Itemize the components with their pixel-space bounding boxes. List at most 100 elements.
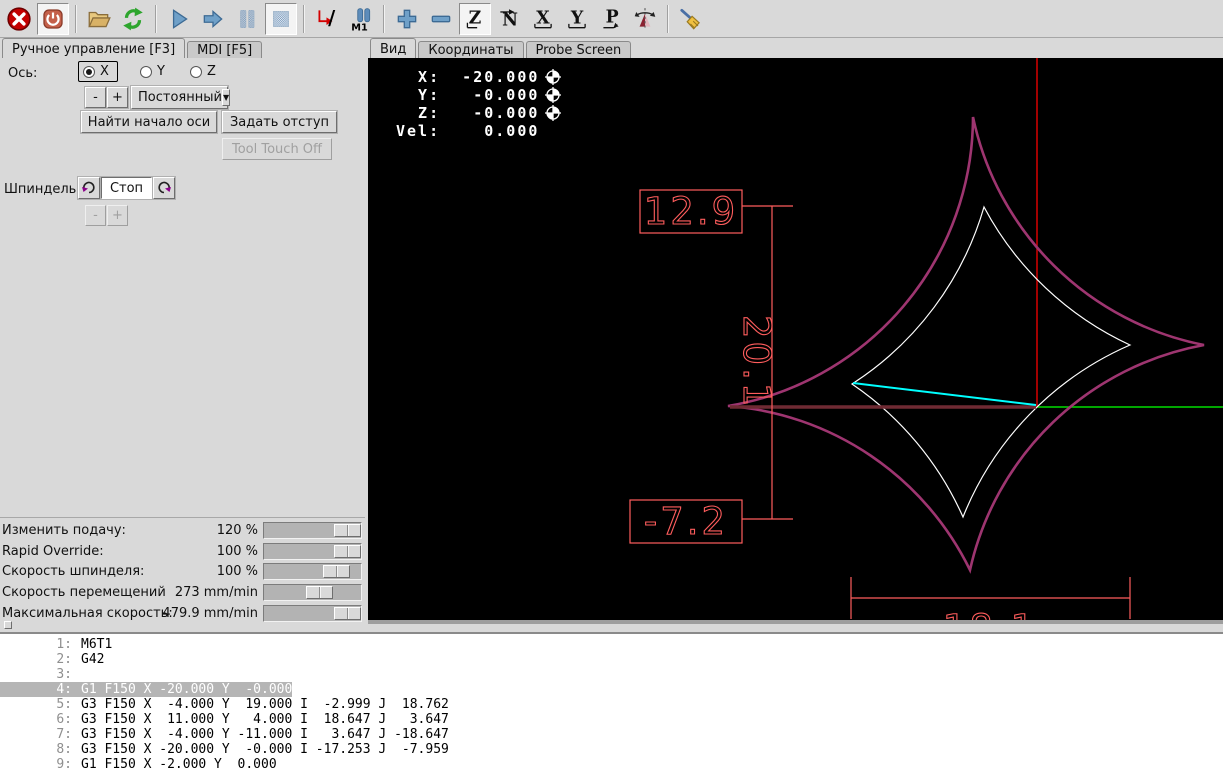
view-y-button[interactable]: Y (561, 3, 593, 35)
axis-radio-x[interactable]: X (78, 61, 118, 82)
feed-override-row: Изменить подачу: 120 % (0, 521, 365, 541)
dro-line: X: -20.000 (396, 68, 562, 86)
open-file-button[interactable] (83, 3, 115, 35)
spindle-ccw-icon (82, 181, 95, 194)
radio-label: X (100, 64, 109, 79)
view-z-button[interactable]: Z (459, 2, 491, 35)
svg-text:X: X (536, 8, 550, 28)
dim-width: 18.1 (943, 607, 1037, 620)
gcode-line-text: G3 F150 X -4.000 Y -11.000 I 3.647 J -18… (81, 727, 449, 742)
homed-icon (545, 87, 562, 103)
view-perspective-button[interactable]: P (595, 3, 627, 35)
feed-override-label: Изменить подачу: (2, 523, 126, 538)
gcode-line[interactable]: 1: M6T1 (0, 637, 1223, 652)
gcode-line[interactable]: 5: G3 F150 X -4.000 Y 19.000 I -2.999 J 1… (0, 697, 1223, 712)
homed-icon (545, 105, 562, 121)
gcode-line[interactable]: 6: G3 F150 X 11.000 Y 4.000 I 18.647 J 3.… (0, 712, 1223, 727)
radio-label: Y (157, 64, 165, 79)
zoom-out-button[interactable] (425, 3, 457, 35)
rotate-view-button[interactable] (629, 3, 661, 35)
jog-minus-button[interactable]: - (85, 87, 106, 108)
radio-label: Z (207, 64, 216, 79)
tab-dro[interactable]: Координаты (418, 41, 524, 58)
dro-text: Y: -0.000 (396, 86, 540, 104)
view-x-button[interactable]: X (527, 3, 559, 35)
run-button[interactable] (163, 3, 195, 35)
spindle-cw-icon (158, 181, 171, 194)
tab-probe-screen[interactable]: Probe Screen (525, 41, 632, 58)
dro-text: Z: -0.000 (396, 104, 540, 122)
gcode-line[interactable]: 7: G3 F150 X -4.000 Y -11.000 I 3.647 J -… (0, 727, 1223, 742)
spindle-override-label: Скорость шпинделя: (2, 564, 145, 579)
pane-sash-grip[interactable] (4, 621, 12, 629)
right-tabs: Вид Координаты Probe Screen (370, 38, 633, 58)
machine-power-button[interactable] (37, 2, 69, 35)
home-axis-button[interactable]: Найти начало оси (81, 111, 217, 133)
slider-handle[interactable] (334, 545, 361, 558)
view-z-rotated-icon: N (500, 8, 518, 30)
slider-handle[interactable] (334, 607, 361, 620)
radio-dot (190, 65, 202, 78)
skip-lines-button[interactable]: / (311, 3, 343, 35)
spindle-slower-button: - (85, 205, 106, 226)
slider-handle[interactable] (306, 586, 334, 599)
reload-icon (123, 7, 143, 30)
gcode-line[interactable]: 9: G1 F150 X -2.000 Y 0.000 (0, 757, 1223, 771)
stop-icon (273, 10, 289, 27)
jog-plus-button[interactable]: + (107, 87, 128, 108)
radio-dot (83, 65, 95, 78)
estop-button[interactable] (3, 3, 35, 35)
rapid-override-row: Rapid Override: 100 % (0, 542, 365, 562)
spindle-override-slider[interactable] (263, 563, 362, 580)
slider-handle[interactable] (334, 524, 361, 537)
dim-top-extent: 12.9 (644, 190, 738, 233)
backplot-canvas[interactable]: 12.9 -7.2 20.1 18.1 X: -20.000 Y: -0.000… (368, 58, 1223, 620)
feed-override-slider[interactable] (263, 522, 362, 539)
gcode-listing[interactable]: 1: M6T1 2: G42 3: 4: G1 F150 X -20.000 Y -0.00… (0, 632, 1223, 771)
spindle-cw-button[interactable] (153, 177, 175, 199)
tab-mdi[interactable]: MDI [F5] (187, 41, 263, 58)
slider-handle[interactable] (322, 565, 350, 578)
axis-radio-y[interactable]: Y (140, 64, 165, 79)
jog-mode-select[interactable]: Постоянный ▼ (131, 86, 231, 109)
tab-manual-control[interactable]: Ручное управление [F3] (2, 38, 186, 58)
open-folder-icon (88, 11, 111, 27)
spindle-override-value: 100 % (216, 564, 258, 579)
spindle-stop-button[interactable]: Стоп (101, 177, 152, 199)
gcode-line[interactable]: 2: G42 (0, 652, 1223, 667)
stop-button[interactable] (265, 2, 297, 35)
reload-button[interactable] (117, 3, 149, 35)
programmed-path (727, 116, 1205, 574)
rapid-override-slider[interactable] (263, 543, 362, 560)
toolbar-separator (155, 4, 157, 33)
svg-text:P: P (606, 7, 619, 27)
axis-label: Ось: (8, 66, 38, 81)
set-offset-button[interactable]: Задать отступ (222, 111, 337, 133)
view-y-icon: Y (568, 8, 586, 28)
tab-preview[interactable]: Вид (370, 38, 417, 58)
zoom-in-button[interactable] (391, 3, 423, 35)
axis-radio-z[interactable]: Z (190, 64, 216, 79)
view-z-rotated-button[interactable]: N (493, 3, 525, 35)
clear-plot-button[interactable] (675, 3, 707, 35)
optional-pause-button[interactable]: M1 (345, 3, 377, 35)
dro-line: Vel: 0.000 (396, 122, 561, 140)
gcode-line[interactable]: 8: G3 F150 X -20.000 Y -0.000 I -17.253 J… (0, 742, 1223, 757)
view-perspective-icon: P (603, 7, 619, 28)
max-velocity-slider[interactable] (263, 605, 362, 622)
broom-icon (680, 8, 700, 30)
spindle-faster-button: + (107, 205, 128, 226)
spindle-ccw-button[interactable] (78, 177, 100, 199)
gcode-line-text: M6T1 (81, 637, 113, 652)
gcode-line[interactable]: 3: (0, 667, 1223, 682)
toolbar-separator (383, 4, 385, 33)
jog-speed-slider[interactable] (263, 584, 362, 601)
jog-speed-value: 273 mm/min (174, 585, 258, 600)
run-icon (172, 8, 188, 29)
gcode-line-text: G1 F150 X -20.000 Y -0.000 (81, 682, 293, 697)
gcode-line[interactable]: 4: G1 F150 X -20.000 Y -0.000 (0, 682, 1223, 697)
manual-control-panel: Ручное управление [F3] MDI [F5] Ось: X Y… (0, 38, 367, 632)
step-button[interactable] (197, 3, 229, 35)
jog-speed-row: Скорость перемещений 273 mm/min (0, 583, 365, 603)
divider (0, 517, 365, 518)
